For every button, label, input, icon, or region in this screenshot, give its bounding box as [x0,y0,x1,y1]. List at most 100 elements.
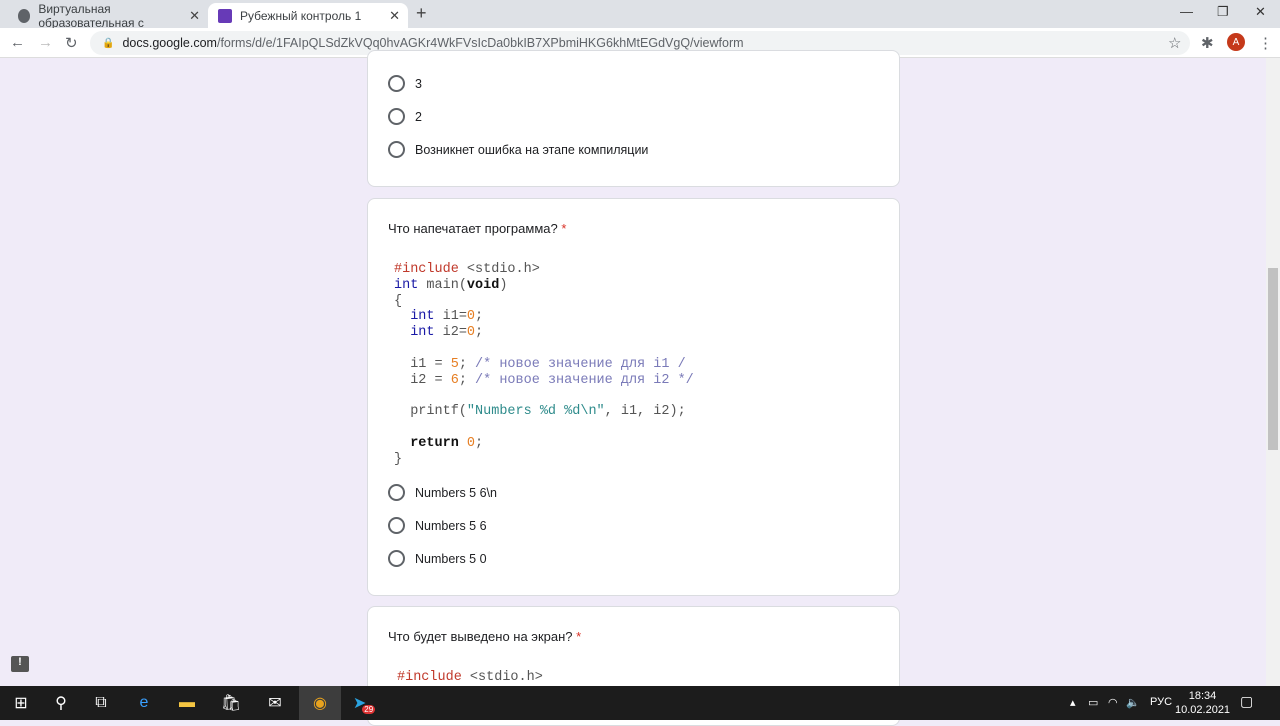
code-token: <stdio.h> [458,262,540,277]
code-token: 5 [450,356,459,372]
question-title: Что напечатает программа? * [388,221,567,236]
chrome-icon[interactable]: ◉ [299,686,341,720]
notification-badge: 29 [362,704,376,714]
close-window-button[interactable]: ✕ [1255,4,1266,20]
code-token: 0 [466,325,476,341]
code-line: printf("Numbers %d %d\n", i1, i2); [394,404,694,420]
minimize-button[interactable]: — [1180,4,1193,19]
code-token: ; [458,356,476,372]
clock[interactable]: 18:34 10.02.2021 [1175,689,1230,717]
code-line: int main(void) [394,278,694,294]
code-token: main( [418,277,467,293]
code-line: } [394,452,694,468]
code-token: /* новое значение для i2 */ [475,372,694,388]
code-line: { [394,294,694,310]
radio-button[interactable] [388,550,405,567]
tray-expand-icon[interactable]: ▴ [1070,696,1076,709]
tab-bar: Виртуальная образовательная с ✕ Рубежный … [0,0,1280,30]
radio-button[interactable] [388,75,405,92]
telegram-icon[interactable]: ➤ 29 [343,686,385,720]
lock-icon: 🔒 [102,37,115,49]
forms-icon [218,8,232,23]
feedback-icon[interactable]: ! [11,656,29,672]
code-token: ; [475,325,484,341]
windows-start-icon[interactable]: ⊞ [0,686,42,720]
tab-virtual-education[interactable]: Виртуальная образовательная с ✕ [8,2,208,30]
code-token: i1 = [394,356,451,372]
code-line: return 0; [394,436,694,452]
reload-icon[interactable]: ↻ [65,34,78,52]
code-token: int [410,309,435,325]
wifi-icon[interactable]: ◠ [1108,696,1118,709]
code-token: i2= [434,325,467,341]
code-token: i1= [434,309,467,325]
star-icon[interactable]: ☆ [1168,34,1181,52]
code-line: int i1=0; [394,309,694,325]
code-token: return [410,435,459,451]
option[interactable]: Возникнет ошибка на этапе компиляции [388,141,648,158]
code-token: int [394,277,419,293]
extensions-icon[interactable]: ✱ [1201,34,1214,52]
code-token: /* новое значение для i1 / [475,356,686,372]
search-icon[interactable]: ⚲ [40,686,82,720]
back-icon[interactable]: ← [10,34,25,51]
radio-button[interactable] [388,517,405,534]
option[interactable]: 3 [388,75,422,92]
store-icon[interactable]: 🛍 [210,686,252,720]
code-token: ; [475,309,484,325]
code-token: printf( [394,404,467,420]
code-token: #include [394,262,459,277]
close-tab-icon[interactable]: ✕ [389,8,400,24]
code-token: ; [458,372,476,388]
task-view-icon[interactable]: ⧉ [80,686,122,720]
option[interactable]: Numbers 5 6\n [388,484,497,501]
question-card-1: 3 2 Возникнет ошибка на этапе компиляции [367,50,900,187]
code-line: i1 = 5; /* новое значение для i1 / [394,357,694,373]
code-image: #include <stdio.h> int main(void){ int i1… [394,262,694,467]
radio-button[interactable] [388,484,405,501]
code-token: ) [499,277,508,293]
maximize-button[interactable]: ❐ [1217,4,1229,20]
forward-icon[interactable]: → [38,34,53,51]
code-token: i2 = [394,372,451,388]
code-line: #include <stdio.h> [394,262,694,278]
code-token: } [394,451,403,467]
globe-icon [18,8,31,23]
option[interactable]: Numbers 5 0 [388,550,487,567]
code-token: 6 [450,372,459,388]
code-line: int i2=0; [394,325,694,341]
file-explorer-icon[interactable]: ▬ [166,686,208,720]
close-tab-icon[interactable]: ✕ [189,8,200,24]
scrollbar[interactable] [1266,58,1280,686]
radio-button[interactable] [388,108,405,125]
question-title: Что будет выведено на экран? * [388,629,582,644]
code-token: ; [475,435,484,451]
tab-rubezhny-kontrol[interactable]: Рубежный контроль 1 ✕ [208,3,408,28]
code-line: i2 = 6; /* новое значение для i2 */ [394,373,694,389]
code-token: 0 [466,435,476,451]
option[interactable]: Numbers 5 6 [388,517,487,534]
radio-button[interactable] [388,141,405,158]
volume-icon[interactable]: 🔈 [1126,696,1140,709]
code-token: void [466,277,500,293]
code-token: int [410,325,435,341]
menu-icon[interactable]: ⋮ [1258,34,1273,52]
code-token: { [394,293,403,309]
language-indicator[interactable]: РУС [1150,696,1172,708]
notifications-icon[interactable]: ▢ [1240,693,1253,710]
mail-icon[interactable]: ✉ [254,686,296,720]
battery-icon[interactable]: ▭ [1088,696,1098,709]
new-tab-button[interactable]: + [416,3,427,24]
scrollbar-thumb[interactable] [1268,268,1278,450]
taskbar: ⊞ ⚲ ⧉ e ▬ 🛍 ✉ ◉ ➤ 29 ▴ ▭ ◠ 🔈 РУС 18:34 10.… [0,686,1280,720]
edge-icon[interactable]: e [123,686,165,720]
option[interactable]: 2 [388,108,422,125]
code-token: 0 [466,309,476,325]
avatar[interactable]: A [1227,33,1245,51]
